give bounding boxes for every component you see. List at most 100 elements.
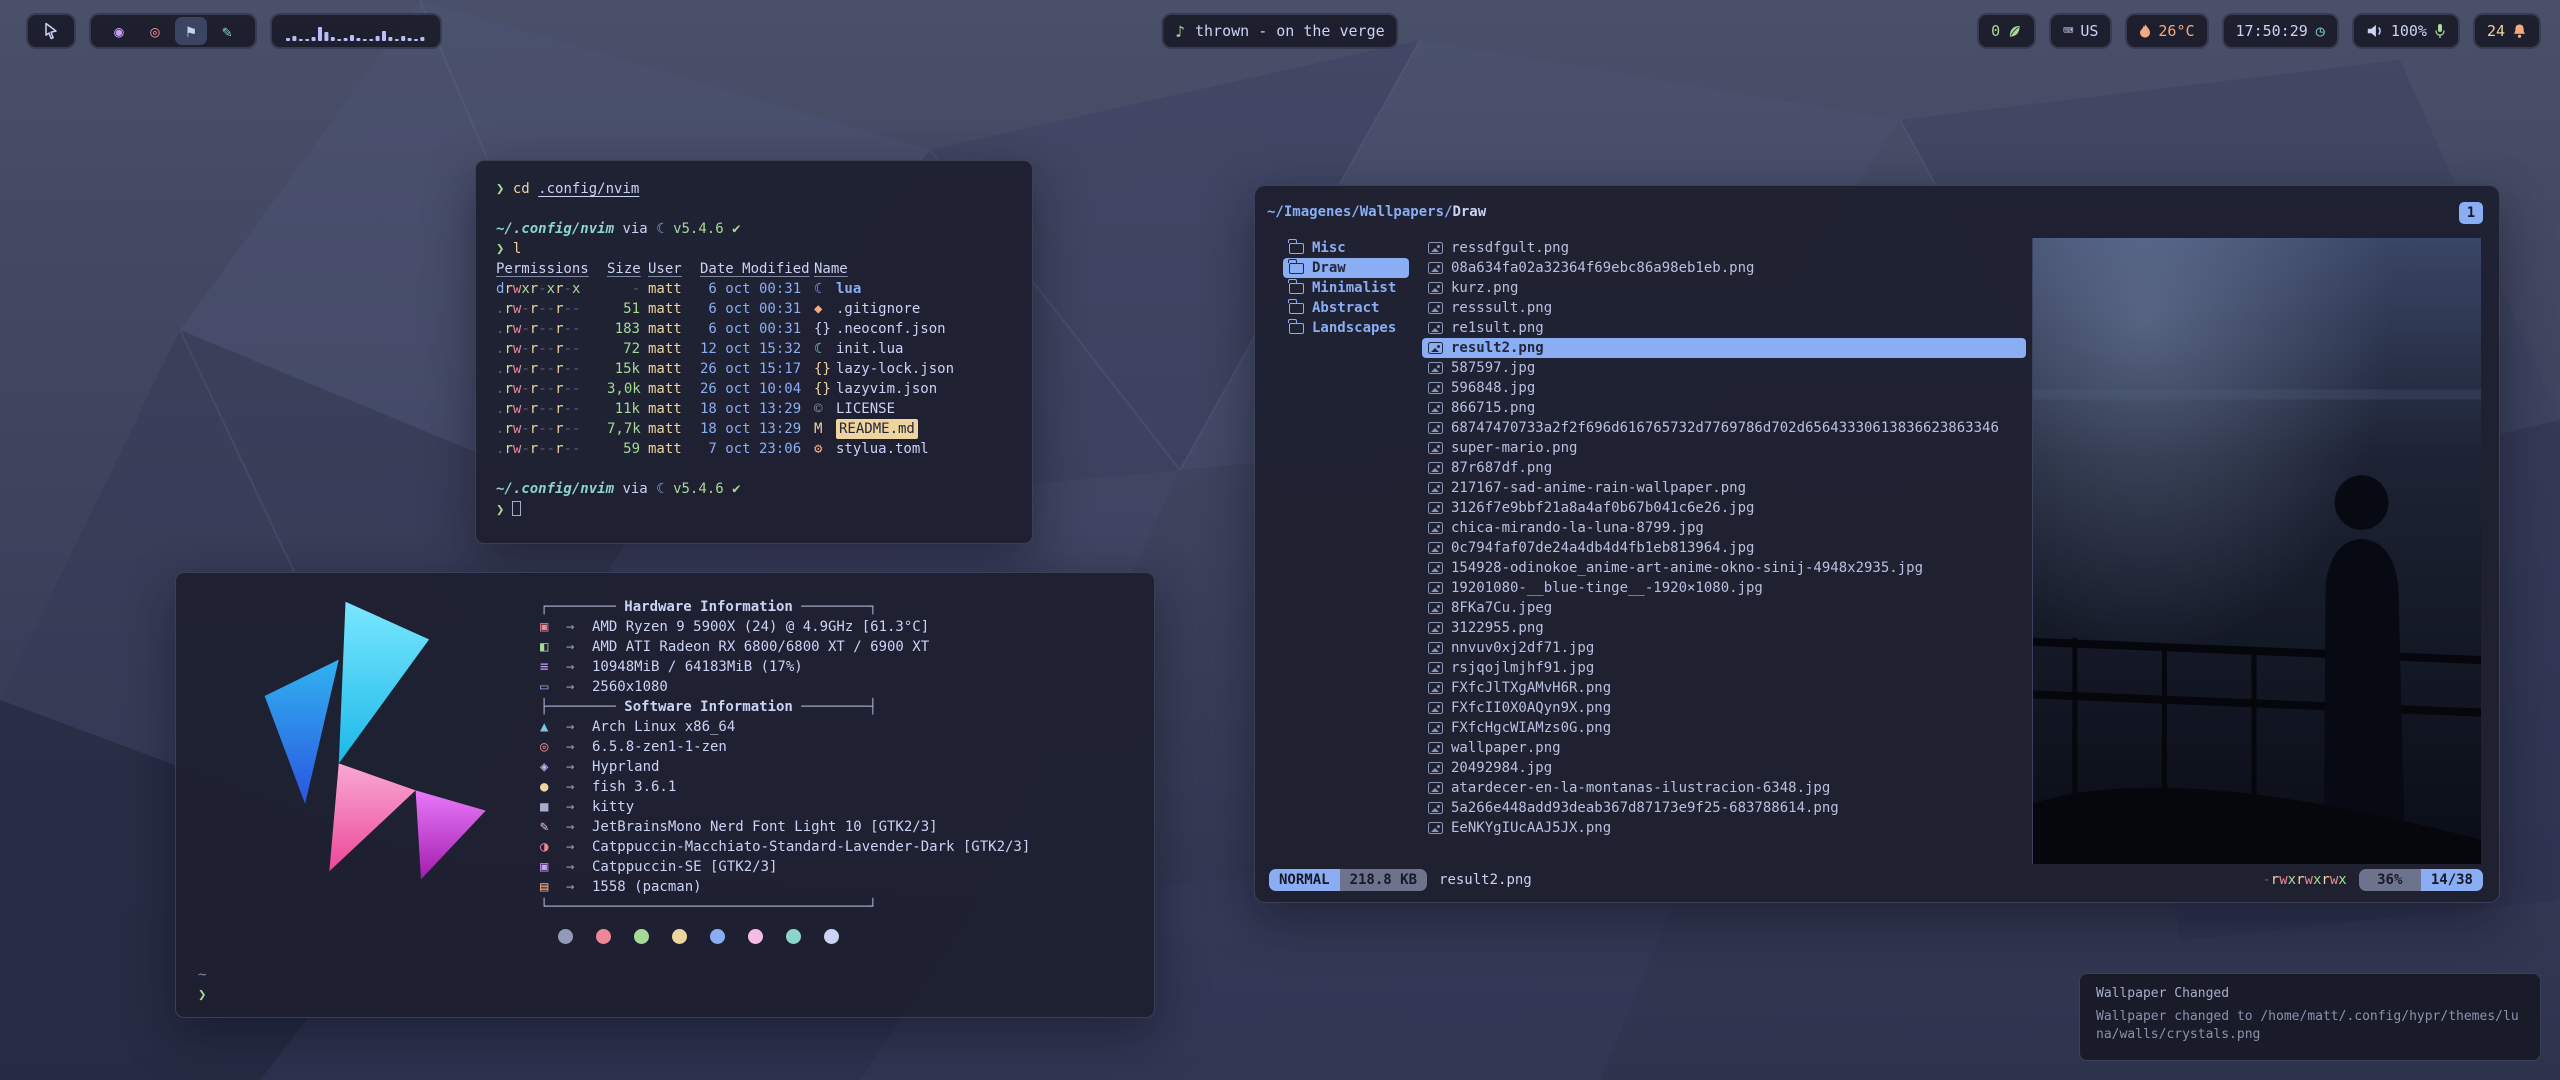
volume-widget[interactable]: 100%: [2352, 13, 2460, 49]
file-manager-window[interactable]: ~/Imagenes/Wallpapers/Draw 1 MiscDrawMin…: [1254, 185, 2500, 903]
file-row-name: 5a266e448add93deab367d87173e9f25-6837886…: [1451, 800, 1839, 816]
file-user: matt: [648, 299, 700, 319]
bell-icon: [2512, 23, 2527, 39]
lua-icon: ☾: [656, 481, 664, 497]
listing-header: PermissionsSizeUserDate ModifiedName: [496, 259, 1012, 279]
file-row[interactable]: result2.png: [1422, 338, 2026, 358]
image-file-icon: [1428, 302, 1443, 314]
file-row[interactable]: 19201080-__blue-tinge__-1920×1080.jpg: [1422, 578, 2026, 598]
file-type-icon: ☾: [814, 279, 836, 299]
mode-badge: NORMAL: [1269, 869, 1340, 891]
arrow-icon: →: [566, 817, 592, 837]
file-row[interactable]: re1sult.png: [1422, 318, 2026, 338]
fetch-prompt: ~ ❯: [198, 965, 206, 1005]
file-row[interactable]: EeNKYgIUcAAJ5JX.png: [1422, 818, 2026, 838]
fetch-window[interactable]: ┌──────── Hardware Information ────────┐…: [175, 572, 1155, 1018]
temperature-value: 26°C: [2158, 22, 2194, 40]
workspace-button-2[interactable]: ◎: [139, 17, 171, 45]
clock-widget[interactable]: 17:50:29 ◷: [2222, 13, 2339, 49]
ls-rows: drwxr-xr-x-matt 6 oct 00:31☾lua .rw-r--r-…: [496, 279, 1012, 459]
prompt-icon: ❯: [496, 181, 504, 197]
file-date: 7 oct 23:06: [700, 439, 814, 459]
file-size: 51: [607, 299, 648, 319]
image-file-icon: [1428, 762, 1443, 774]
file-row[interactable]: 5a266e448add93deab367d87173e9f25-6837886…: [1422, 798, 2026, 818]
notifications-widget[interactable]: 24: [2473, 13, 2541, 49]
notification-popup[interactable]: Wallpaper Changed Wallpaper changed to /…: [2079, 973, 2541, 1061]
file-row[interactable]: resssult.png: [1422, 298, 2026, 318]
file-permissions: .rw-r--r--: [496, 319, 607, 339]
fetch-line: ▤→1558 (pacman): [540, 877, 1030, 897]
file-row[interactable]: 3126f7e9bbf21a8a4af0b67b041c6e26.jpg: [1422, 498, 2026, 518]
workspace-button-4[interactable]: ✎: [211, 17, 243, 45]
file-row[interactable]: FXfcJlTXgAMvH6R.png: [1422, 678, 2026, 698]
file-size: 59: [607, 439, 648, 459]
file-row[interactable]: FXfcHgcWIAMzs0G.png: [1422, 718, 2026, 738]
file-row[interactable]: 0c794faf07de24a4db4d4fb1eb813964.jpg: [1422, 538, 2026, 558]
file-row[interactable]: kurz.png: [1422, 278, 2026, 298]
visualizer-graph: [284, 19, 428, 43]
file-row-name: 154928-odinokoe_anime-art-anime-okno-sin…: [1451, 560, 1923, 576]
file-permissions: .rw-r--r--: [496, 399, 607, 419]
file-row[interactable]: 866715.png: [1422, 398, 2026, 418]
file-row[interactable]: wallpaper.png: [1422, 738, 2026, 758]
file-row[interactable]: 3122955.png: [1422, 618, 2026, 638]
image-file-icon: [1428, 402, 1443, 414]
image-file-icon: [1428, 342, 1443, 354]
file-row[interactable]: 68747470733a2f2f696d616765732d7769786d70…: [1422, 418, 2026, 438]
file-row-name: FXfcHgcWIAMzs0G.png: [1451, 720, 1611, 736]
folder-row[interactable]: Landscapes: [1283, 318, 1409, 338]
image-file-icon: [1428, 262, 1443, 274]
file-type-icon: {}: [814, 379, 836, 399]
file-row[interactable]: super-mario.png: [1422, 438, 2026, 458]
image-file-icon: [1428, 802, 1443, 814]
file-type-icon: ☾: [814, 339, 836, 359]
media-player-widget[interactable]: ♪ thrown - on the verge: [1161, 13, 1398, 49]
arrow-icon: →: [566, 797, 592, 817]
launcher-button[interactable]: [26, 13, 76, 49]
file-row[interactable]: 217167-sad-anime-rain-wallpaper.png: [1422, 478, 2026, 498]
file-row[interactable]: 587597.jpg: [1422, 358, 2026, 378]
input-line[interactable]: ❯: [496, 499, 1012, 519]
file-row-name: nnvuv0xj2df71.jpg: [1451, 640, 1594, 656]
palette-dot: [748, 929, 763, 944]
sw-lines: ▲→Arch Linux x86_64◎→6.5.8-zen1-1-zen◈→H…: [540, 717, 1030, 897]
file-size: 183: [607, 319, 648, 339]
palette-dot: [672, 929, 687, 944]
clock-icon: ◷: [2316, 22, 2325, 40]
fetch-line-icon: ▤: [540, 877, 566, 897]
file-row[interactable]: atardecer-en-la-montanas-ilustracion-634…: [1422, 778, 2026, 798]
folder-row[interactable]: Misc: [1283, 238, 1409, 258]
file-row[interactable]: 87r687df.png: [1422, 458, 2026, 478]
file-row[interactable]: 8FKa7Cu.jpeg: [1422, 598, 2026, 618]
file-row[interactable]: chica-mirando-la-luna-8799.jpg: [1422, 518, 2026, 538]
file-row[interactable]: FXfcII0X0AQyn9X.png: [1422, 698, 2026, 718]
ls-row: drwxr-xr-x-matt 6 oct 00:31☾lua: [496, 279, 1012, 299]
image-file-icon: [1428, 282, 1443, 294]
file-row[interactable]: 596848.jpg: [1422, 378, 2026, 398]
file-row[interactable]: nnvuv0xj2df71.jpg: [1422, 638, 2026, 658]
folder-row[interactable]: Minimalist: [1283, 278, 1409, 298]
image-preview: [2033, 238, 2481, 864]
file-row[interactable]: ressdfgult.png: [1422, 238, 2026, 258]
image-file-icon: [1428, 422, 1443, 434]
file-size-badge: 218.8 KB: [1340, 869, 1427, 891]
keyboard-layout-widget[interactable]: ⌨ US: [2049, 13, 2112, 49]
folder-row[interactable]: Draw: [1283, 258, 1409, 278]
file-row[interactable]: 20492984.jpg: [1422, 758, 2026, 778]
file-row[interactable]: 154928-odinokoe_anime-art-anime-okno-sin…: [1422, 558, 2026, 578]
updates-widget[interactable]: 0: [1977, 13, 2036, 49]
folder-row[interactable]: Abstract: [1283, 298, 1409, 318]
temperature-widget[interactable]: 26°C: [2125, 13, 2208, 49]
terminal-cursor: [512, 501, 521, 516]
fetch-line-icon: ▣: [540, 617, 566, 637]
workspace-button-3[interactable]: ⚑: [175, 17, 207, 45]
arrow-icon: →: [566, 757, 592, 777]
file-row[interactable]: rsjqojlmjhf91.jpg: [1422, 658, 2026, 678]
file-row[interactable]: 08a634fa02a32364f69ebc86a98eb1eb.png: [1422, 258, 2026, 278]
terminal-window[interactable]: ❯ cd .config/nvim ~/.config/nvim via ☾ v…: [475, 160, 1033, 544]
image-file-icon: [1428, 742, 1443, 754]
workspace-button-1[interactable]: ◉: [103, 17, 135, 45]
file-date: 18 oct 13:29: [700, 399, 814, 419]
file-name: .neoconf.json: [836, 319, 946, 339]
